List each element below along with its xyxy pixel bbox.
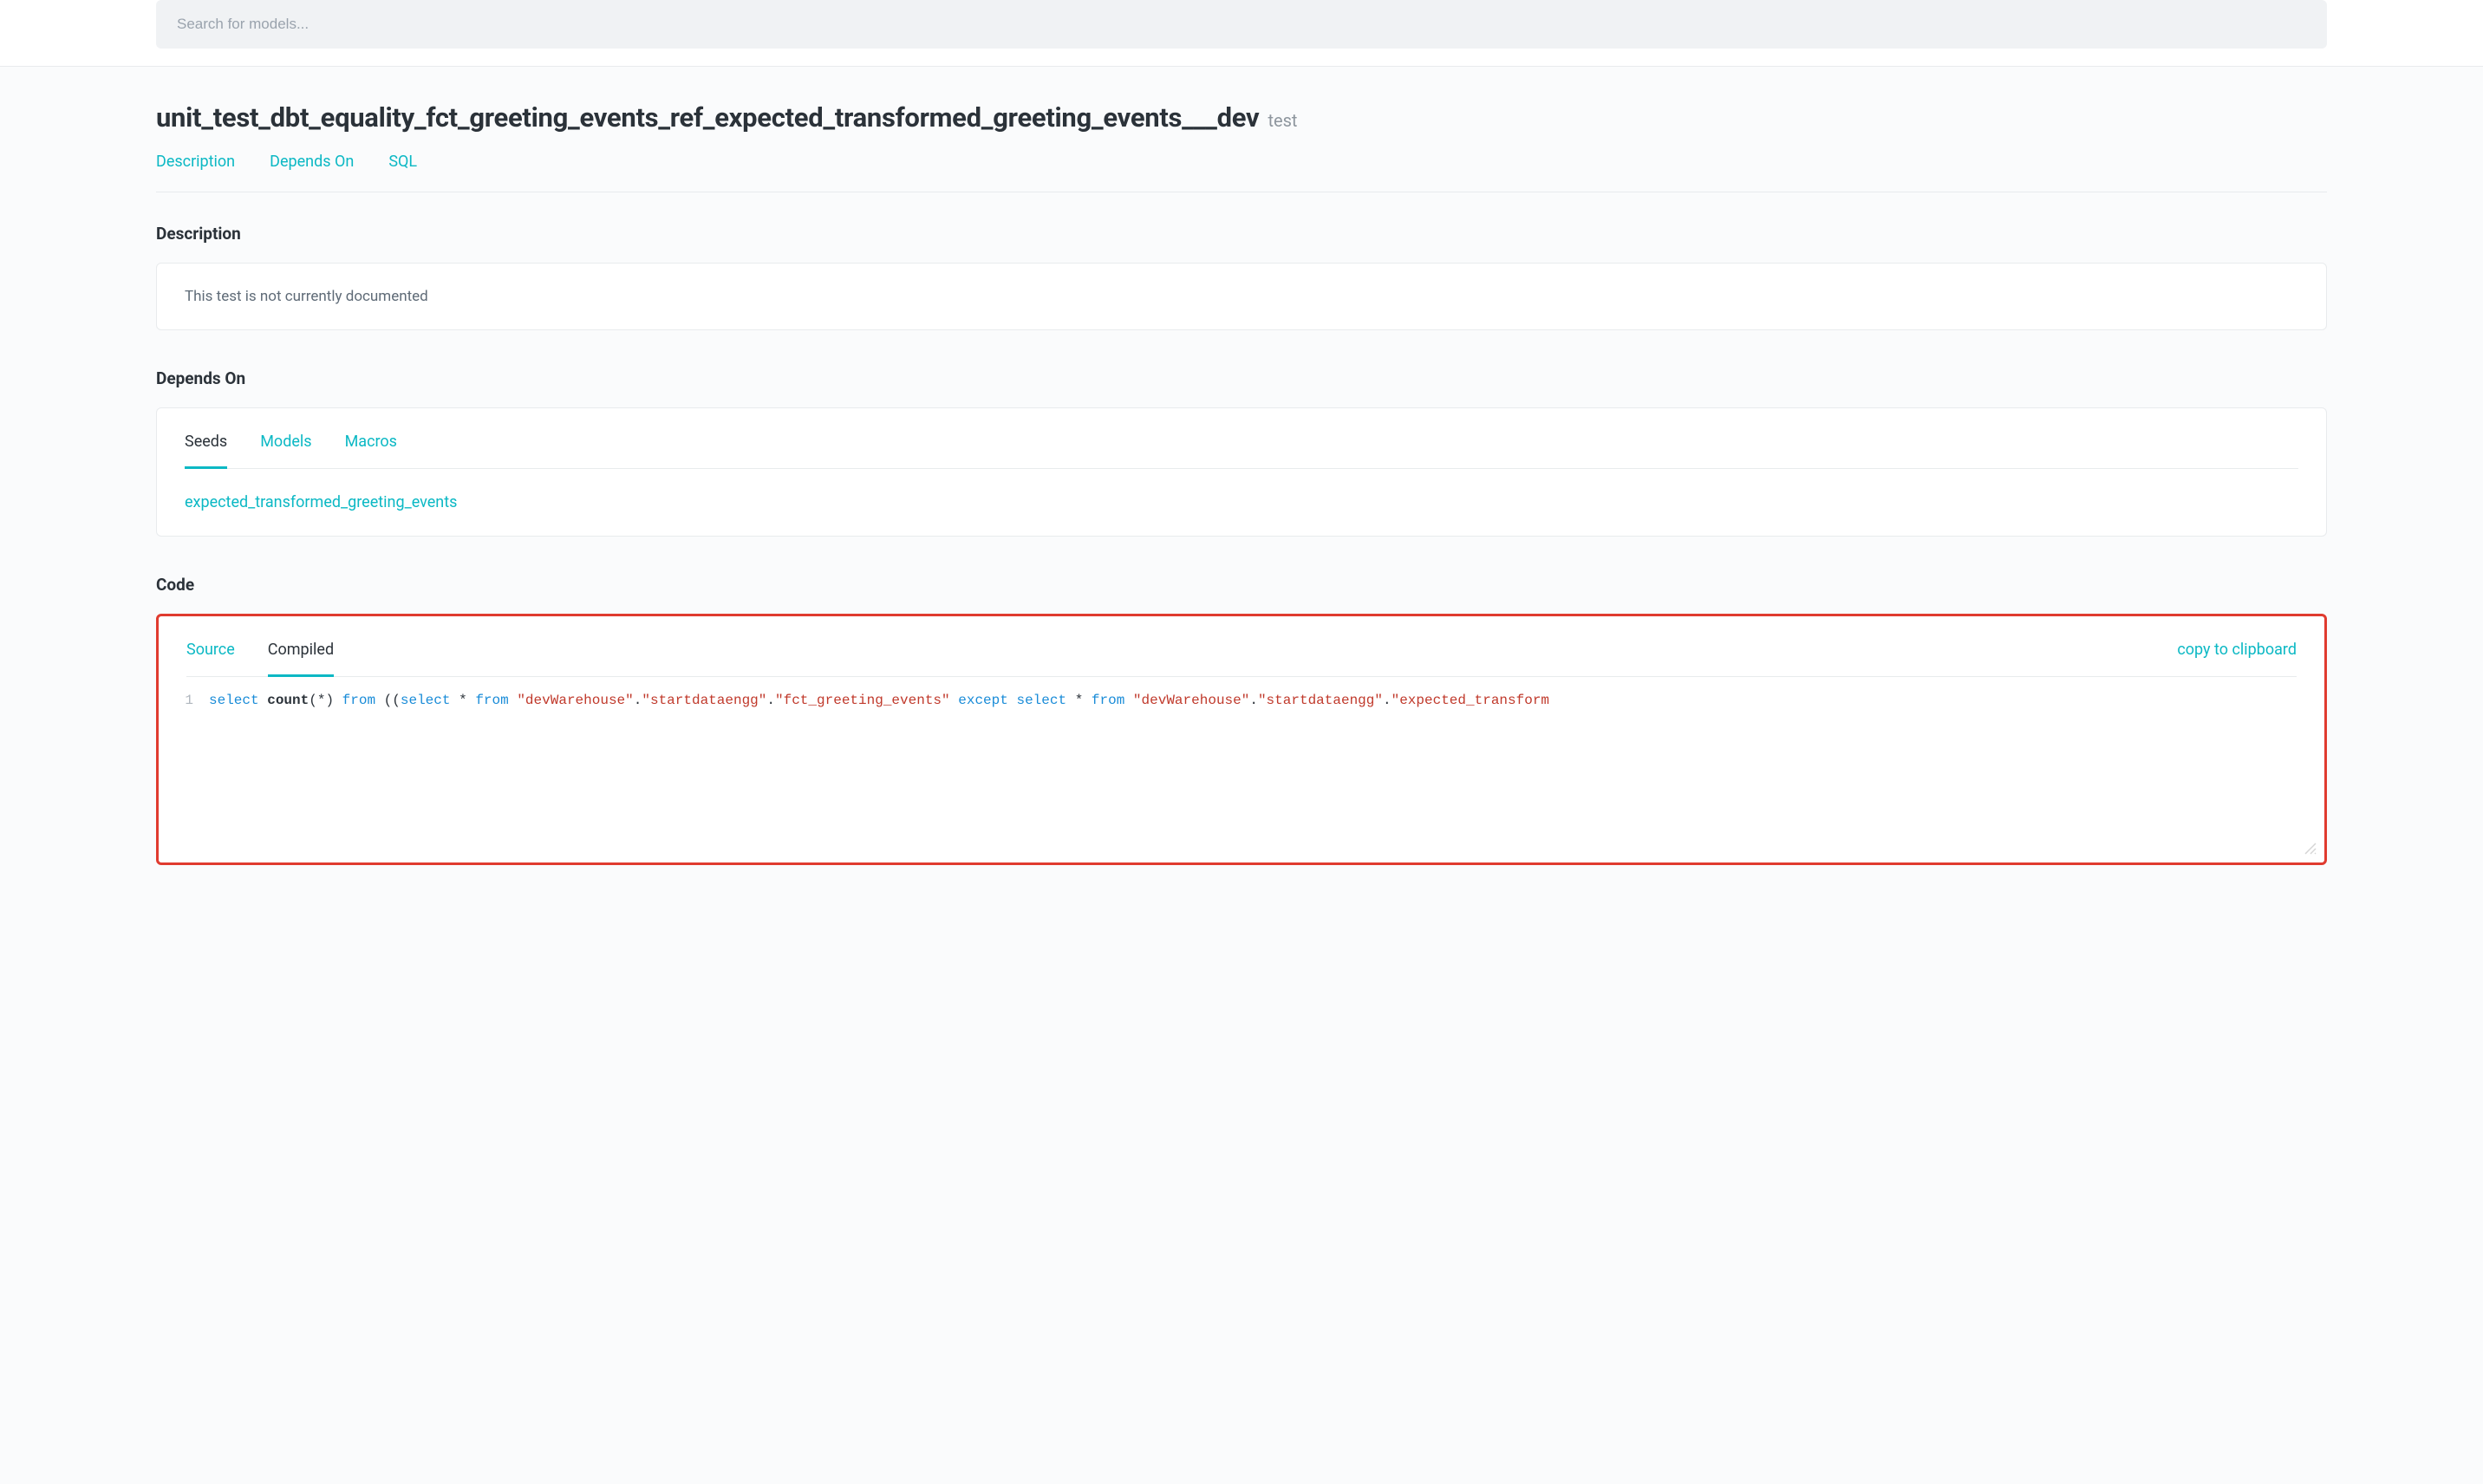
sql-string: "startdataengg": [642, 693, 766, 708]
sql-string: "expected_transform: [1391, 693, 1549, 708]
tab-macros[interactable]: Macros: [345, 433, 397, 469]
sql-string: "devWarehouse": [517, 693, 633, 708]
search-input[interactable]: [156, 0, 2327, 49]
sql-star: *: [1075, 693, 1084, 708]
sql-string: "devWarehouse": [1133, 693, 1249, 708]
code-heading: Code: [156, 575, 2327, 595]
sql-dot: .: [766, 693, 775, 708]
depends-on-tabs: Seeds Models Macros: [185, 433, 2298, 469]
title-row: unit_test_dbt_equality_fct_greeting_even…: [156, 101, 2327, 133]
search-bar-container: [0, 0, 2483, 67]
sql-keyword: select: [401, 693, 451, 708]
anchor-nav: Description Depends On SQL: [156, 153, 2327, 192]
line-number: 1: [159, 693, 209, 708]
sql-punct: (*): [309, 693, 334, 708]
page-body: unit_test_dbt_equality_fct_greeting_even…: [0, 67, 2483, 1021]
sql-keyword: select: [1016, 693, 1066, 708]
sql-keyword: from: [1092, 693, 1124, 708]
code-tabs: Source Compiled copy to clipboard: [186, 641, 2297, 677]
code-line-1: select count(*) from ((select * from "de…: [209, 693, 2324, 708]
nav-link-sql[interactable]: SQL: [388, 153, 417, 171]
sql-keyword: from: [342, 693, 375, 708]
page-title: unit_test_dbt_equality_fct_greeting_even…: [156, 101, 1259, 133]
sql-function: count: [267, 693, 309, 708]
depends-on-heading: Depends On: [156, 368, 2327, 388]
sql-keyword: select: [209, 693, 259, 708]
seed-link[interactable]: expected_transformed_greeting_events: [185, 493, 2298, 511]
description-card: This test is not currently documented: [156, 263, 2327, 330]
resource-type-tag: test: [1268, 110, 1297, 131]
sql-dot: .: [634, 693, 642, 708]
sql-keyword: from: [475, 693, 508, 708]
code-area[interactable]: 1 select count(*) from ((select * from "…: [159, 677, 2324, 724]
description-heading: Description: [156, 224, 2327, 244]
sql-punct: ((: [384, 693, 401, 708]
copy-to-clipboard[interactable]: copy to clipboard: [2177, 641, 2297, 659]
sql-string: "startdataengg": [1258, 693, 1383, 708]
sql-string: "fct_greeting_events": [775, 693, 950, 708]
sql-dot: .: [1249, 693, 1258, 708]
sql-keyword: except: [958, 693, 1008, 708]
tab-seeds[interactable]: Seeds: [185, 433, 227, 469]
tab-source[interactable]: Source: [186, 641, 235, 677]
code-card: Source Compiled copy to clipboard 1 sele…: [156, 614, 2327, 865]
description-text: This test is not currently documented: [185, 288, 2298, 305]
sql-star: *: [459, 693, 467, 708]
sql-dot: .: [1383, 693, 1391, 708]
depends-on-card: Seeds Models Macros expected_transformed…: [156, 407, 2327, 537]
tab-compiled[interactable]: Compiled: [268, 641, 334, 677]
code-section: Code Source Compiled copy to clipboard 1…: [156, 575, 2327, 865]
nav-link-depends-on[interactable]: Depends On: [270, 153, 354, 171]
resize-handle-icon[interactable]: [2304, 842, 2317, 856]
tab-models[interactable]: Models: [260, 433, 311, 469]
nav-link-description[interactable]: Description: [156, 153, 235, 171]
